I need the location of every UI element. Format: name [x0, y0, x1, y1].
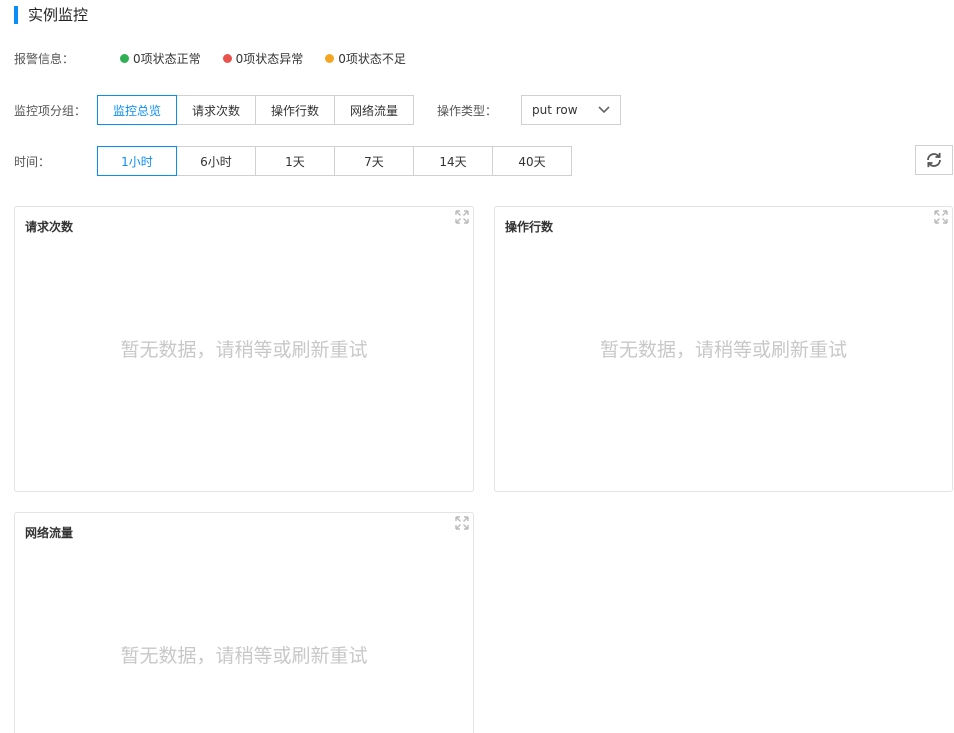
alert-abnormal-text: 0项状态异常: [235, 52, 304, 66]
page-title: 实例监控: [14, 6, 88, 24]
refresh-button[interactable]: [915, 145, 953, 175]
op-type-value: put row: [532, 103, 578, 117]
group-tab-overview[interactable]: 监控总览: [97, 95, 177, 125]
time-label: 时间：: [14, 155, 51, 169]
empty-message: 暂无数据，请稍等或刷新重试: [599, 339, 847, 361]
alert-insufficient-text: 0项状态不足: [338, 52, 406, 66]
op-type-label: 操作类型：: [437, 104, 498, 118]
alert-insufficient: 0项状态不足: [325, 50, 406, 67]
green-dot-icon: [120, 54, 129, 63]
panel-title: 请求次数: [25, 220, 74, 234]
panel-rows: 操作行数 暂无数据，请稍等或刷新重试: [494, 206, 953, 492]
red-dot-icon: [222, 54, 232, 63]
group-label: 监控项分组：: [14, 104, 87, 118]
panel-network: 网络流量 暂无数据，请稍等或刷新重试: [14, 512, 474, 733]
orange-dot-icon: [325, 54, 335, 63]
alert-info-row: 报警信息： 0项状态正常 0项状态异常 0项状态不足: [14, 50, 406, 67]
time-tab-7d[interactable]: 7天: [334, 146, 414, 176]
time-tab-1d[interactable]: 1天: [255, 146, 335, 176]
time-tab-14d[interactable]: 14天: [413, 146, 493, 176]
time-tab-40d[interactable]: 40天: [492, 146, 572, 176]
group-tab-network[interactable]: 网络流量: [334, 95, 414, 125]
alert-info-label: 报警信息：: [14, 52, 75, 66]
panel-requests: 请求次数 暂无数据，请稍等或刷新重试: [14, 206, 474, 492]
expand-icon[interactable]: [455, 210, 469, 224]
alert-normal-text: 0项状态正常: [133, 52, 201, 66]
group-tab-rows[interactable]: 操作行数: [255, 95, 335, 125]
expand-icon[interactable]: [455, 516, 469, 530]
op-type-select[interactable]: put row: [521, 95, 621, 125]
time-tab-1h[interactable]: 1小时: [97, 146, 177, 176]
time-tab-6h[interactable]: 6小时: [176, 146, 256, 176]
refresh-icon: [927, 152, 941, 168]
chevron-down-icon: [598, 106, 610, 114]
panel-title: 操作行数: [505, 220, 554, 234]
group-tab-requests[interactable]: 请求次数: [176, 95, 256, 125]
time-button-group: 1小时 6小时 1天 7天 14天 40天: [97, 146, 572, 176]
panel-title: 网络流量: [25, 526, 74, 540]
alert-normal: 0项状态正常: [120, 50, 201, 67]
empty-message: 暂无数据，请稍等或刷新重试: [120, 339, 368, 361]
empty-message: 暂无数据，请稍等或刷新重试: [120, 645, 368, 667]
expand-icon[interactable]: [934, 210, 948, 224]
alert-abnormal: 0项状态异常: [222, 50, 304, 67]
group-button-group: 监控总览 请求次数 操作行数 网络流量: [97, 95, 414, 125]
